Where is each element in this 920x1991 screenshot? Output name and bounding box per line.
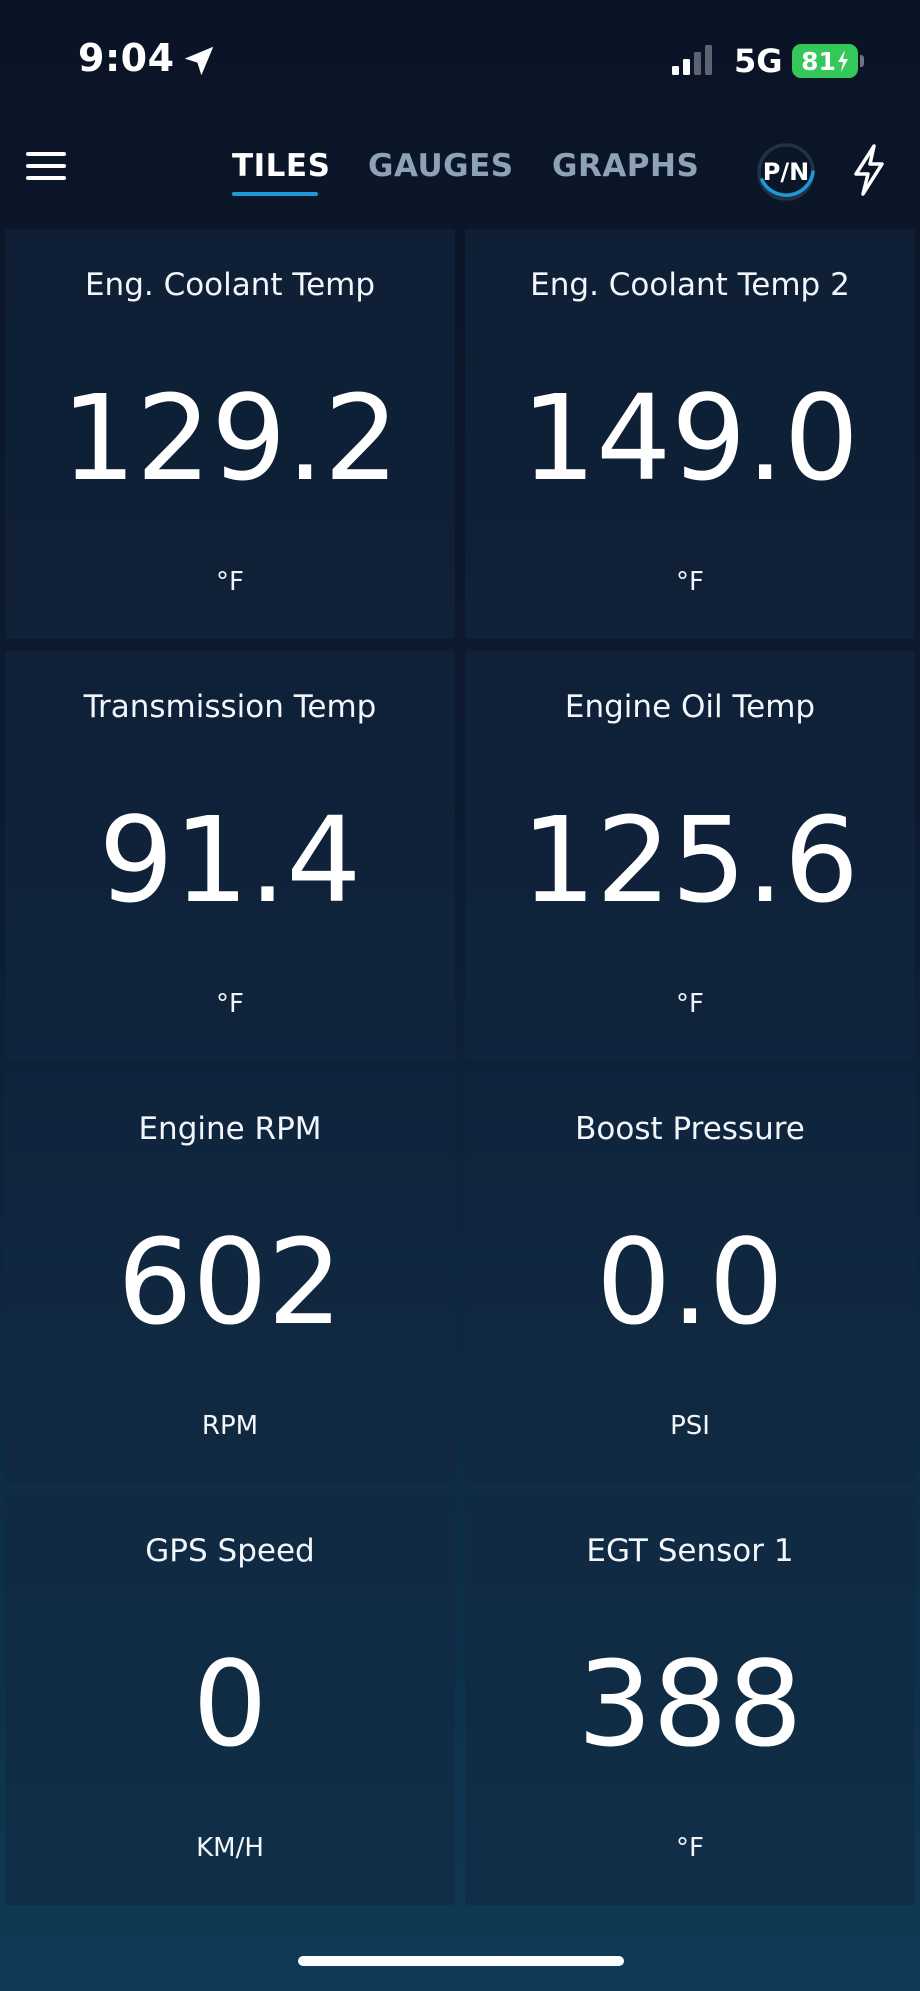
- tile-value: 129.2: [61, 369, 399, 507]
- tile-value: 149.0: [521, 369, 859, 507]
- tab-graphs[interactable]: GRAPHS: [552, 148, 699, 184]
- tile-title: EGT Sensor 1: [586, 1533, 794, 1569]
- home-indicator[interactable]: [298, 1956, 624, 1966]
- tile-unit: KM/H: [196, 1833, 264, 1863]
- tile-unit: °F: [216, 567, 244, 597]
- network-type: 5G: [734, 42, 783, 80]
- tile-unit: °F: [676, 567, 704, 597]
- bolt-button[interactable]: [844, 140, 894, 200]
- tile-unit: °F: [216, 989, 244, 1019]
- status-bar: 9:04 5G 81: [0, 0, 920, 120]
- battery-nub: [860, 55, 864, 67]
- tile-gps-speed[interactable]: GPS Speed 0 KM/H: [5, 1495, 455, 1905]
- tile-unit: RPM: [201, 1411, 259, 1441]
- tile-title: Engine RPM: [138, 1111, 322, 1147]
- tile-unit: PSI: [670, 1411, 710, 1441]
- menu-icon-bar: [26, 176, 66, 180]
- location-arrow-icon: [184, 46, 214, 76]
- pn-button[interactable]: P/N: [756, 142, 816, 202]
- tile-eng-coolant-temp-2[interactable]: Eng. Coolant Temp 2 149.0 °F: [465, 229, 915, 639]
- tile-title: Transmission Temp: [83, 689, 377, 725]
- charging-bolt-icon: [837, 50, 848, 72]
- tile-transmission-temp[interactable]: Transmission Temp 91.4 °F: [5, 651, 455, 1061]
- tile-value: 388: [577, 1635, 803, 1773]
- tile-value: 91.4: [98, 791, 362, 929]
- menu-icon-bar: [26, 164, 66, 168]
- lightning-bolt-icon: [854, 144, 884, 196]
- tile-title: Engine Oil Temp: [564, 689, 816, 725]
- status-time: 9:04: [78, 36, 175, 80]
- cellular-signal-icon: [672, 45, 712, 75]
- tile-unit: °F: [676, 989, 704, 1019]
- tile-boost-pressure[interactable]: Boost Pressure 0.0 PSI: [465, 1073, 915, 1483]
- tile-value: 0: [192, 1635, 268, 1773]
- pn-label: P/N: [762, 158, 810, 186]
- app-header: TILES GAUGES GRAPHS P/N: [0, 120, 920, 228]
- tile-engine-rpm[interactable]: Engine RPM 602 RPM: [5, 1073, 455, 1483]
- tile-title: Eng. Coolant Temp: [84, 267, 376, 303]
- tile-unit: °F: [676, 1833, 704, 1863]
- menu-icon: [26, 152, 66, 156]
- menu-button[interactable]: [22, 142, 74, 194]
- tab-gauges[interactable]: GAUGES: [368, 148, 514, 184]
- tile-title: GPS Speed: [145, 1533, 315, 1569]
- tile-title: Eng. Coolant Temp 2: [530, 267, 850, 303]
- tile-value: 602: [117, 1213, 343, 1351]
- active-tab-indicator: [232, 192, 318, 196]
- tile-value: 125.6: [521, 791, 859, 929]
- tab-tiles[interactable]: TILES: [232, 148, 330, 184]
- battery-indicator: 81: [792, 44, 858, 78]
- tile-egt-sensor-1[interactable]: EGT Sensor 1 388 °F: [465, 1495, 915, 1905]
- tile-value: 0.0: [596, 1213, 784, 1351]
- tile-engine-oil-temp[interactable]: Engine Oil Temp 125.6 °F: [465, 651, 915, 1061]
- tile-eng-coolant-temp[interactable]: Eng. Coolant Temp 129.2 °F: [5, 229, 455, 639]
- battery-level: 81: [801, 46, 836, 76]
- tile-title: Boost Pressure: [575, 1111, 805, 1147]
